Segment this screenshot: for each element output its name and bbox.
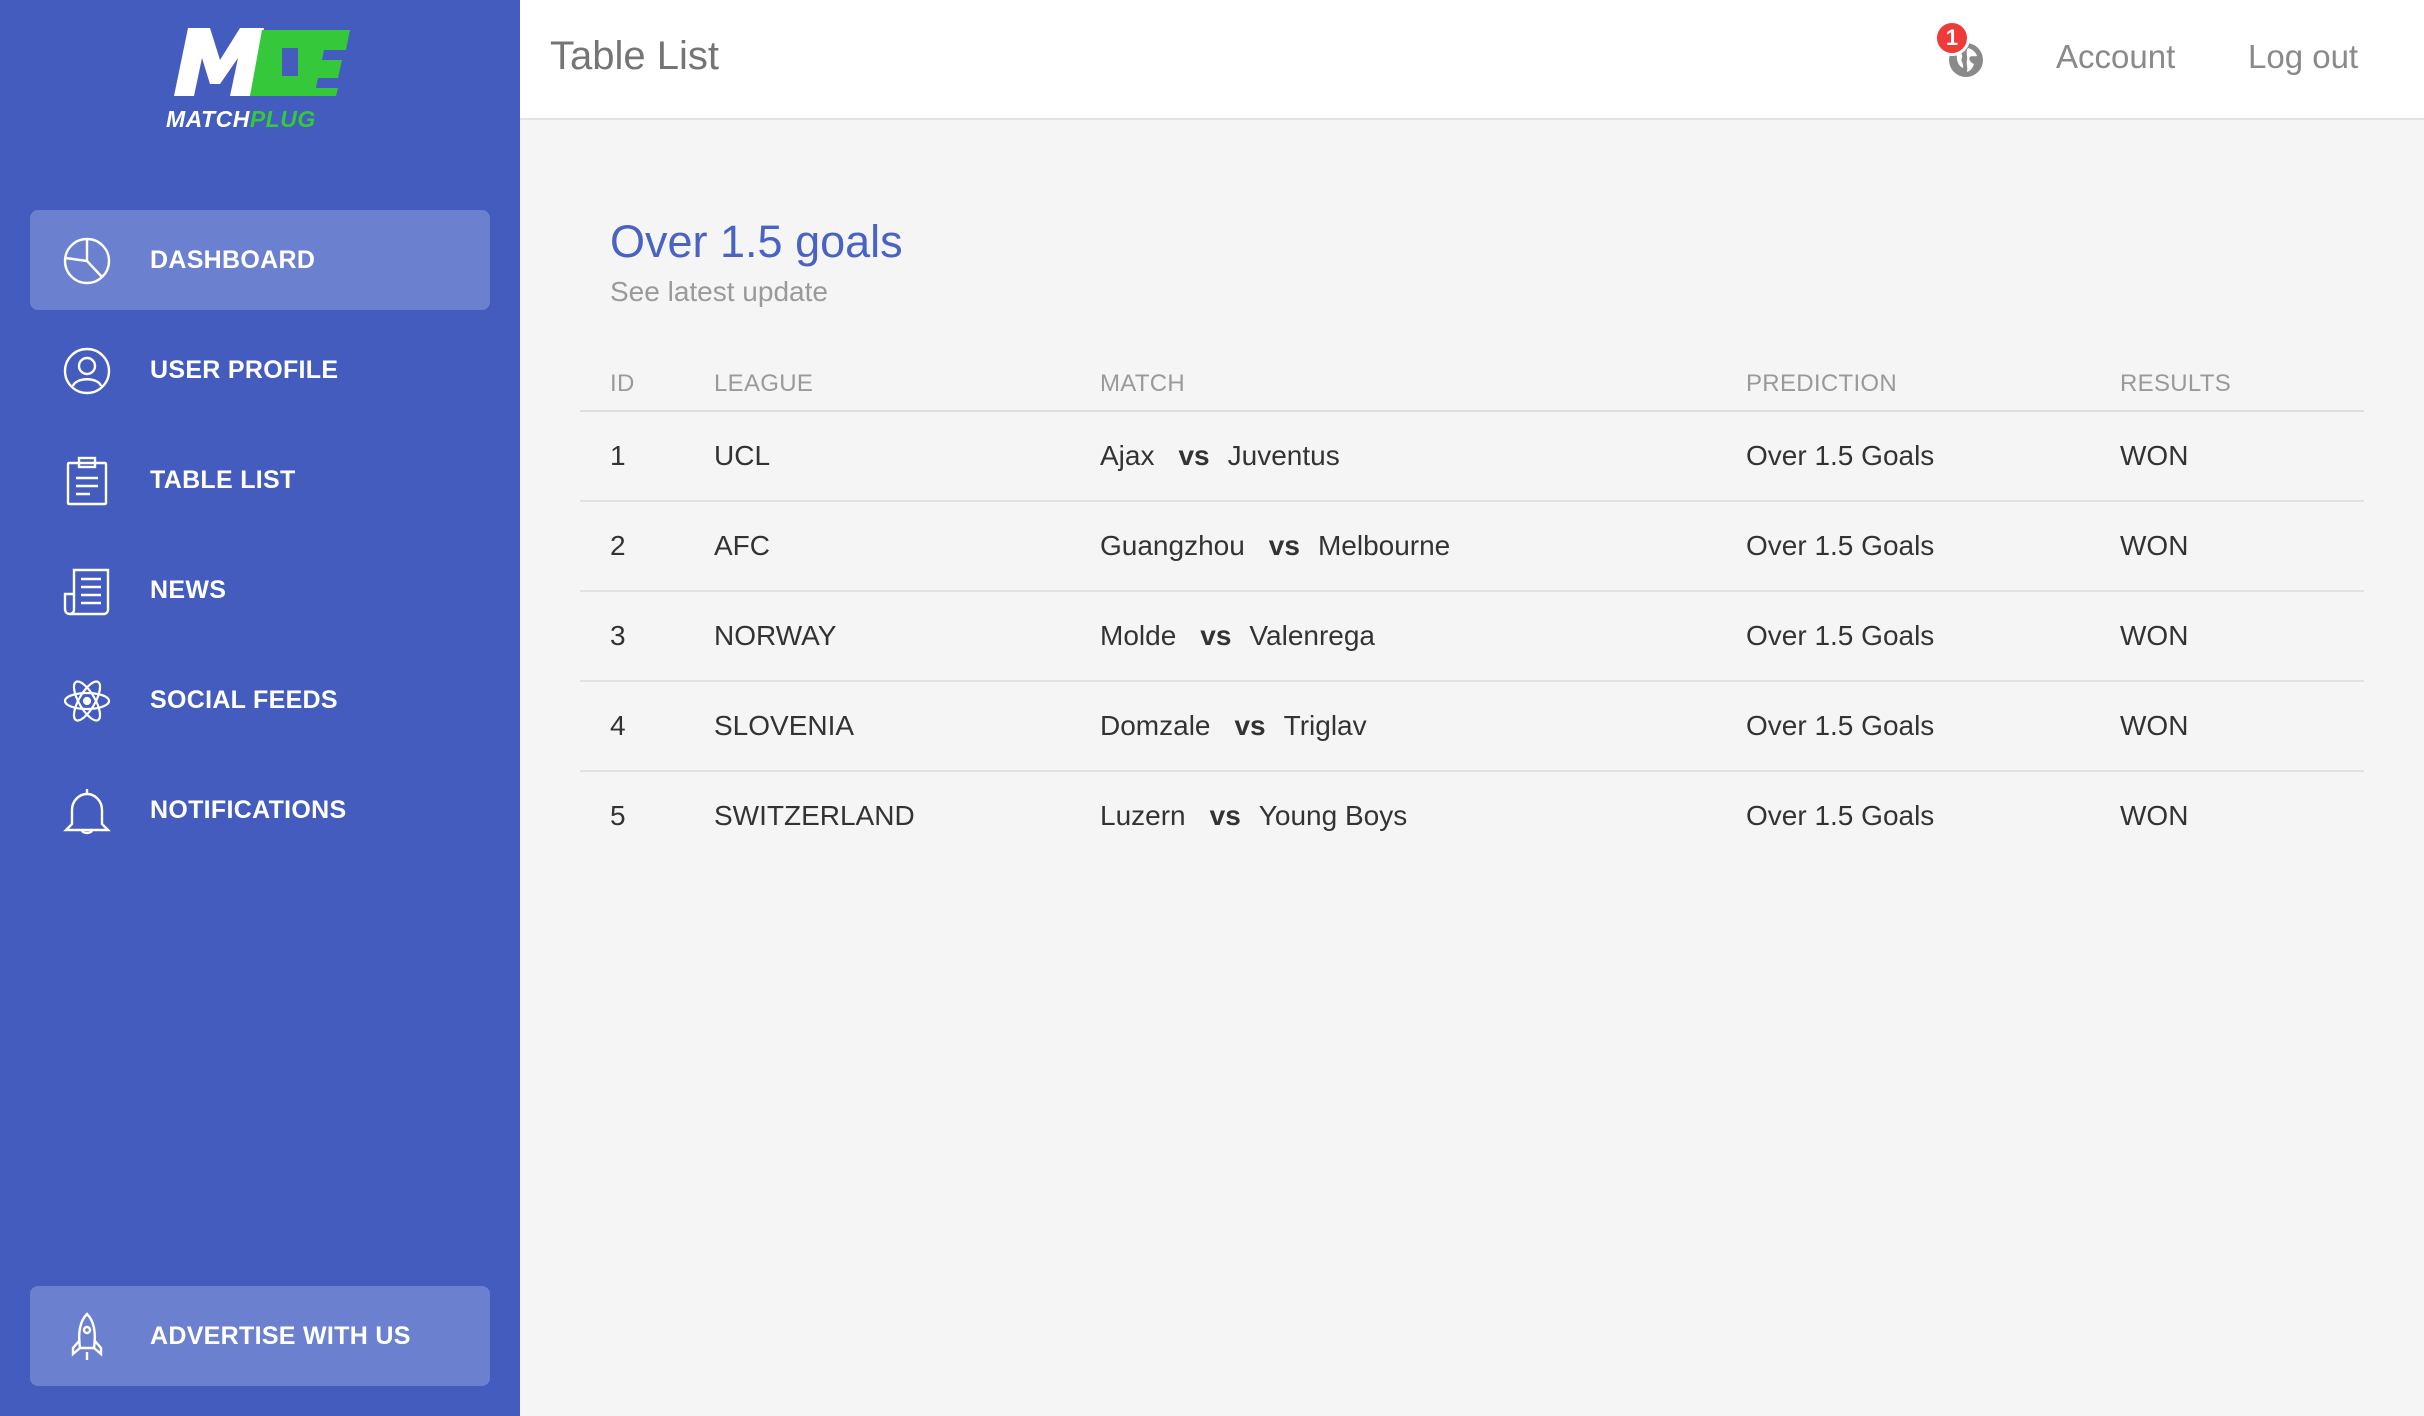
cell-league: NORWAY — [714, 620, 837, 651]
table-row: 5 SWITZERLAND Luzern vs Young Boys Over 1.… — [580, 772, 2364, 862]
account-link[interactable]: Account — [2056, 38, 2175, 76]
rocket-icon — [62, 1312, 112, 1362]
away-team: Triglav — [1283, 710, 1367, 741]
cell-league: AFC — [714, 530, 770, 561]
home-team: Domzale — [1100, 710, 1211, 741]
advertise-label: ADVERTISE WITH US — [150, 1322, 411, 1350]
sidebar-item-user-profile[interactable]: USER PROFILE — [30, 320, 490, 420]
page-title: Table List — [550, 34, 719, 78]
cell-league: SWITZERLAND — [714, 800, 915, 831]
sidebar-item-news[interactable]: NEWS — [30, 540, 490, 640]
sidebar-item-dashboard[interactable]: DASHBOARD — [30, 210, 490, 310]
column-header-id: ID — [610, 370, 635, 397]
home-team: Molde — [1100, 620, 1177, 651]
sidebar-item-notifications[interactable]: NOTIFICATIONS — [30, 760, 490, 860]
table-row: 3 NORWAY Molde vs Valenrega Over 1.5 Goals… — [580, 592, 2364, 682]
away-team: Juventus — [1227, 440, 1340, 471]
logout-link[interactable]: Log out — [2248, 38, 2358, 76]
advertise-button[interactable]: ADVERTISE WITH US — [30, 1286, 490, 1386]
column-header-prediction: PREDICTION — [1746, 370, 1898, 397]
vs-label: vs — [1209, 800, 1241, 831]
away-team: Young Boys — [1258, 800, 1408, 831]
bell-icon — [62, 786, 112, 836]
cell-id: 3 — [610, 620, 626, 651]
sidebar-item-label: TABLE LIST — [150, 466, 296, 494]
sidebar-item-table-list[interactable]: TABLE LIST — [30, 430, 490, 530]
cell-prediction: Over 1.5 Goals — [1746, 620, 1935, 651]
logo-wordmark: MATCHPLUG — [166, 106, 316, 132]
sidebar: MATCHPLUG DASHBOARD USER PROFILE TABLE L… — [0, 0, 520, 1416]
cell-prediction: Over 1.5 Goals — [1746, 440, 1935, 471]
home-team: Luzern — [1100, 800, 1186, 831]
cell-prediction: Over 1.5 Goals — [1746, 710, 1935, 741]
cell-match: Ajax vs Juventus — [1100, 440, 1340, 472]
card-subtitle: See latest update — [610, 276, 828, 307]
sidebar-item-social-feeds[interactable]: SOCIAL FEEDS — [30, 650, 490, 750]
vs-label: vs — [1178, 440, 1210, 471]
cell-id: 4 — [610, 710, 626, 741]
cell-league: SLOVENIA — [714, 710, 855, 741]
away-team: Valenrega — [1249, 620, 1375, 651]
table-row: 4 SLOVENIA Domzale vs Triglav Over 1.5 Goa… — [580, 682, 2364, 772]
cell-result: WON — [2120, 710, 2189, 741]
logo-mark-icon — [174, 28, 350, 96]
column-header-match: MATCH — [1100, 370, 1186, 397]
notification-badge[interactable]: 1 — [1934, 20, 1970, 56]
top-bar: Table List 1 Account Log out — [520, 0, 2424, 120]
sidebar-item-label: SOCIAL FEEDS — [150, 686, 338, 714]
newspaper-icon — [62, 566, 112, 616]
sidebar-nav: DASHBOARD USER PROFILE TABLE LIST NEWS S… — [30, 210, 490, 870]
table-header: ID LEAGUE MATCH PREDICTION RESULTS — [580, 360, 2364, 412]
cell-id: 2 — [610, 530, 626, 561]
cell-result: WON — [2120, 800, 2189, 831]
sidebar-item-label: DASHBOARD — [150, 246, 316, 274]
user-icon — [62, 346, 112, 396]
sidebar-item-label: USER PROFILE — [150, 356, 339, 384]
card-title: Over 1.5 goals — [610, 216, 903, 267]
away-team: Melbourne — [1317, 530, 1451, 561]
table-row: 2 AFC Guangzhou vs Melbourne Over 1.5 Goal… — [580, 502, 2364, 592]
cell-league: UCL — [714, 440, 771, 471]
atom-icon — [62, 676, 112, 726]
vs-label: vs — [1268, 530, 1300, 561]
column-header-results: RESULTS — [2120, 370, 2232, 397]
cell-result: WON — [2120, 620, 2189, 651]
cell-id: 1 — [610, 440, 626, 471]
vs-label: vs — [1234, 710, 1266, 741]
cell-match: Molde vs Valenrega — [1100, 620, 1375, 652]
cell-match: Luzern vs Young Boys — [1100, 800, 1407, 832]
cell-id: 5 — [610, 800, 626, 831]
sidebar-item-label: NOTIFICATIONS — [150, 796, 347, 824]
cell-prediction: Over 1.5 Goals — [1746, 530, 1935, 561]
vs-label: vs — [1200, 620, 1232, 651]
sidebar-item-label: NEWS — [150, 576, 227, 604]
clipboard-icon — [62, 456, 112, 506]
cell-result: WON — [2120, 530, 2189, 561]
pie-chart-icon — [62, 236, 112, 286]
home-team: Ajax — [1100, 440, 1155, 471]
cell-match: Guangzhou vs Melbourne — [1100, 530, 1450, 562]
home-team: Guangzhou — [1100, 530, 1245, 561]
cell-result: WON — [2120, 440, 2189, 471]
cell-match: Domzale vs Triglav — [1100, 710, 1367, 742]
predictions-table: ID LEAGUE MATCH PREDICTION RESULTS 1 UCL… — [580, 360, 2364, 862]
matchplug-logo[interactable]: MATCHPLUG — [166, 26, 356, 136]
cell-prediction: Over 1.5 Goals — [1746, 800, 1935, 831]
table-row: 1 UCL Ajax vs Juventus Over 1.5 Goals WON — [580, 412, 2364, 502]
column-header-league: LEAGUE — [714, 370, 814, 397]
